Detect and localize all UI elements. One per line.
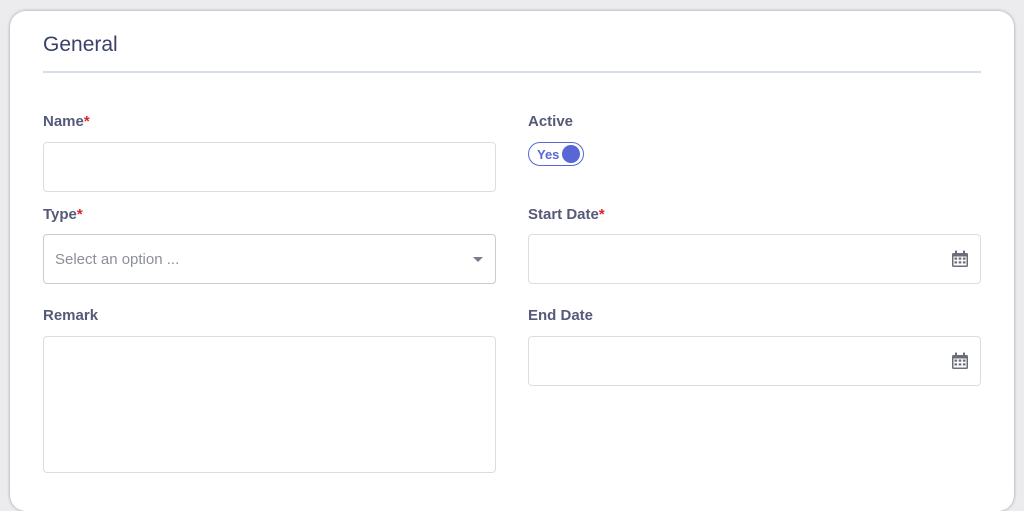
calendar-icon[interactable] xyxy=(950,249,970,269)
type-label: Type* xyxy=(43,206,83,223)
active-toggle[interactable]: Yes xyxy=(528,142,584,166)
active-label: Active xyxy=(528,113,574,130)
toggle-knob xyxy=(562,145,580,163)
start-date-label-text: Start Date xyxy=(528,206,599,223)
chevron-down-icon xyxy=(473,257,483,262)
name-label-text: Name xyxy=(43,113,84,130)
active-toggle-label: Yes xyxy=(537,147,560,162)
section-title: General xyxy=(43,33,118,56)
start-date-input[interactable] xyxy=(528,234,981,284)
type-select-placeholder: Select an option ... xyxy=(55,251,180,268)
type-required-mark: * xyxy=(76,206,83,223)
name-label: Name* xyxy=(43,113,90,130)
start-date-label: Start Date* xyxy=(528,206,605,223)
name-input[interactable] xyxy=(43,142,496,192)
start-date-required-mark: * xyxy=(598,206,605,223)
end-date-label: End Date xyxy=(528,307,594,324)
section-divider xyxy=(43,71,981,73)
calendar-icon[interactable] xyxy=(950,351,970,371)
remark-label: Remark xyxy=(43,307,99,324)
name-required-mark: * xyxy=(83,113,90,130)
remark-textarea[interactable] xyxy=(43,336,496,473)
end-date-input[interactable] xyxy=(528,336,981,386)
type-select[interactable]: Select an option ... xyxy=(43,234,496,284)
type-label-text: Type xyxy=(43,206,77,223)
general-form-card: General Name* Active Yes Type* Select an… xyxy=(10,11,1014,511)
